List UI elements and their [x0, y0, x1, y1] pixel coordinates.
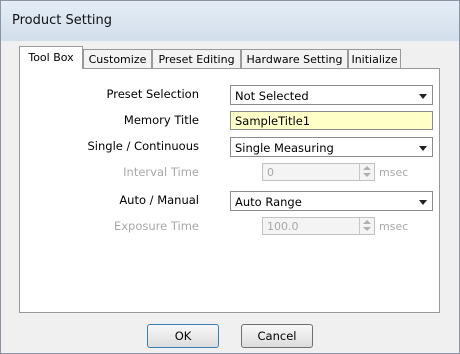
window-title: Product Setting — [12, 13, 113, 28]
spin-up-icon — [363, 220, 371, 224]
product-setting-dialog: Product Setting Tool Box Customize Prese… — [0, 0, 460, 354]
title-bar[interactable]: Product Setting — [1, 1, 459, 41]
single-continuous-value: Single Measuring — [235, 141, 334, 155]
interval-time-value: 0 — [267, 166, 274, 179]
interval-time-label: Interval Time — [123, 165, 199, 179]
exposure-time-spin-buttons[interactable] — [359, 218, 374, 234]
auto-manual-dropdown[interactable]: Auto Range — [230, 191, 433, 211]
auto-manual-label: Auto / Manual — [119, 193, 199, 207]
interval-time-spin-buttons[interactable] — [359, 164, 374, 180]
tool-box-panel: Preset Selection Not Selected Memory Tit… — [19, 68, 440, 313]
ok-button[interactable]: OK — [147, 324, 219, 348]
memory-title-input[interactable]: SampleTitle1 — [230, 111, 433, 130]
exposure-time-value: 100.0 — [267, 220, 299, 233]
preset-selection-dropdown[interactable]: Not Selected — [230, 85, 433, 105]
auto-manual-value: Auto Range — [235, 195, 302, 209]
tab-initialize[interactable]: Initialize — [348, 49, 401, 68]
single-continuous-label: Single / Continuous — [87, 139, 200, 153]
interval-time-spinbox[interactable]: 0 — [262, 163, 375, 181]
spin-down-icon — [363, 227, 371, 231]
exposure-time-unit: msec — [379, 220, 409, 233]
tab-preset-editing[interactable]: Preset Editing — [152, 49, 241, 68]
tab-hardware-setting[interactable]: Hardware Setting — [241, 49, 348, 68]
memory-title-label: Memory Title — [123, 113, 199, 127]
spin-down-icon — [363, 173, 371, 177]
exposure-time-spinbox[interactable]: 100.0 — [262, 217, 375, 235]
tab-tool-box[interactable]: Tool Box — [19, 46, 83, 69]
memory-title-value: SampleTitle1 — [235, 114, 311, 128]
interval-time-unit: msec — [379, 166, 409, 179]
preset-selection-label: Preset Selection — [106, 87, 199, 101]
chevron-down-icon — [419, 146, 427, 151]
preset-selection-value: Not Selected — [235, 89, 309, 103]
chevron-down-icon — [419, 200, 427, 205]
cancel-button[interactable]: Cancel — [241, 324, 313, 348]
single-continuous-dropdown[interactable]: Single Measuring — [230, 137, 433, 157]
spin-up-icon — [363, 166, 371, 170]
tab-customize[interactable]: Customize — [83, 49, 152, 68]
exposure-time-label: Exposure Time — [113, 219, 199, 233]
chevron-down-icon — [419, 94, 427, 99]
